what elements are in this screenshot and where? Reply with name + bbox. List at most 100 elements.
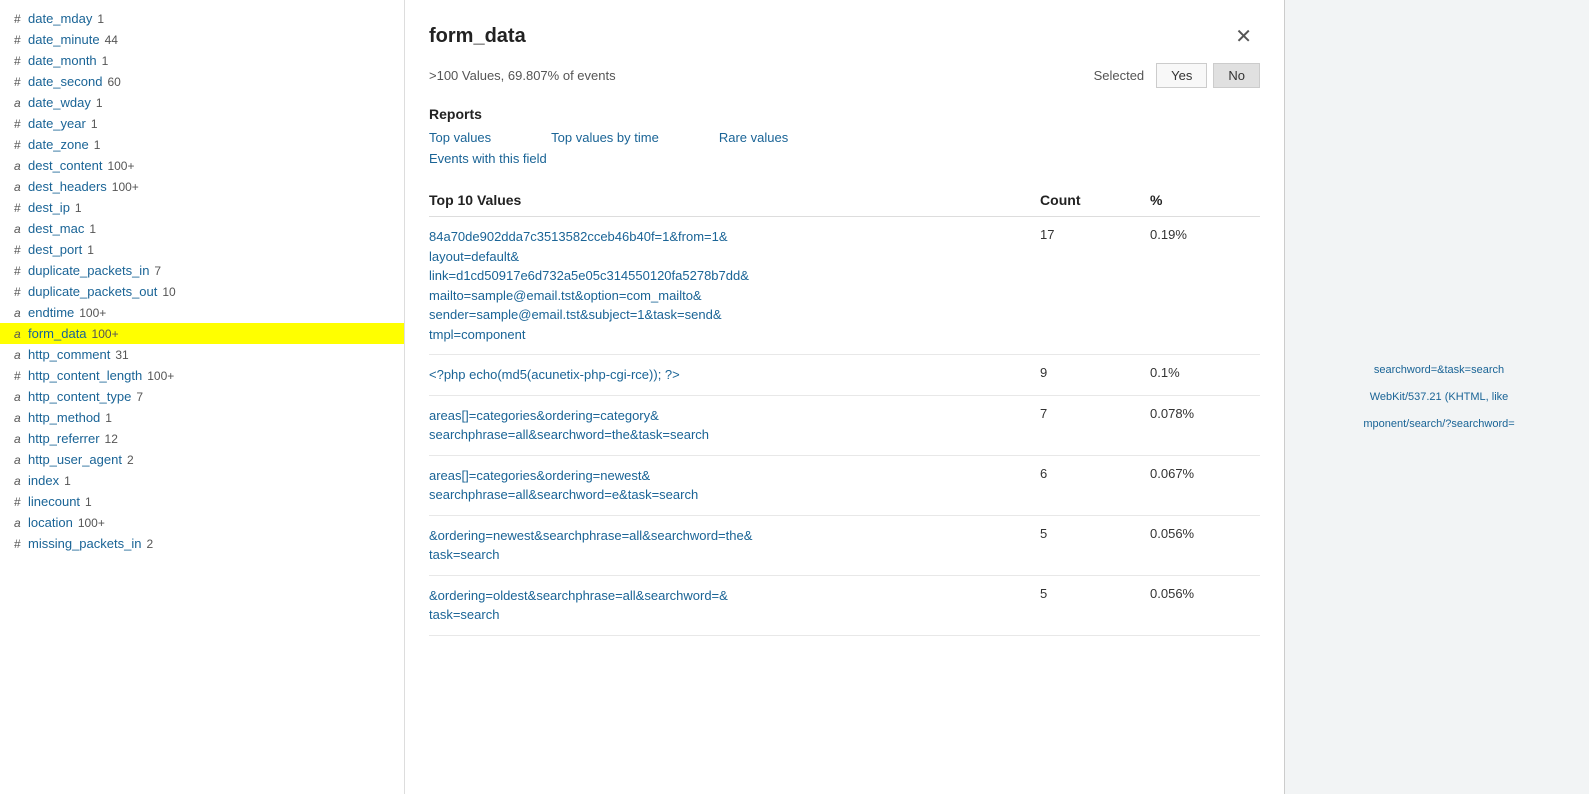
sidebar-item-endtime[interactable]: aendtime100+ [0,302,404,323]
table-cell-value-0[interactable]: 84a70de902dda7c3513582cceb46b40f=1&from=… [429,217,1040,355]
table-cell-value-5[interactable]: &ordering=oldest&searchphrase=all&search… [429,575,1040,635]
sidebar-item-date_minute[interactable]: #date_minute44 [0,29,404,50]
field-name-dest_mac: dest_mac [28,221,84,236]
hash-icon: # [14,33,24,47]
alpha-icon: a [14,306,24,320]
field-count-dest_content: 100+ [107,159,134,173]
field-name-date_second: date_second [28,74,102,89]
table-cell-value-2[interactable]: areas[]=categories&ordering=category&sea… [429,395,1040,455]
field-name-date_wday: date_wday [28,95,91,110]
sidebar-item-index[interactable]: aindex1 [0,470,404,491]
alpha-icon: a [14,159,24,173]
sidebar-item-linecount[interactable]: # linecount 1 [0,491,404,512]
field-name-form_data: form_data [28,326,87,341]
panel-header: form_data ✕ [429,20,1260,53]
sidebar-item-missing_packets_in[interactable]: #missing_packets_in2 [0,533,404,554]
field-count-http_comment: 31 [115,348,128,362]
table-cell-count-4: 5 [1040,515,1150,575]
field-count-dest_headers: 100+ [112,180,139,194]
sidebar-item-location[interactable]: alocation100+ [0,512,404,533]
sidebar-item-date_mday[interactable]: # date_mday 1 [0,8,404,29]
field-count-http_content_length: 100+ [147,369,174,383]
col-header-count: Count [1040,184,1150,217]
field-name-http_comment: http_comment [28,347,110,362]
selected-group: Selected Yes No [1094,63,1260,88]
table-cell-count-2: 7 [1040,395,1150,455]
hash-icon: # [14,285,24,299]
table-cell-value-1[interactable]: <?php echo(md5(acunetix-php-cgi-rce)); ?… [429,355,1040,396]
sidebar-item-http_user_agent[interactable]: ahttp_user_agent2 [0,449,404,470]
sidebar-item-http_comment[interactable]: ahttp_comment31 [0,344,404,365]
table-cell-pct-3: 0.067% [1150,455,1260,515]
hash-icon: # [14,12,24,26]
hash-icon: # [14,264,24,278]
sidebar-item-date_year[interactable]: #date_year1 [0,113,404,134]
sidebar-item-duplicate_packets_out[interactable]: #duplicate_packets_out10 [0,281,404,302]
field-name-missing_packets_in: missing_packets_in [28,536,141,551]
sidebar-item-dest_headers[interactable]: adest_headers100+ [0,176,404,197]
field-count-date_zone: 1 [94,138,101,152]
table-cell-value-3[interactable]: areas[]=categories&ordering=newest&searc… [429,455,1040,515]
sidebar-item-duplicate_packets_in[interactable]: # duplicate_packets_in 7 [0,260,404,281]
alpha-icon: a [14,432,24,446]
sidebar-item-dest_mac[interactable]: adest_mac1 [0,218,404,239]
alpha-icon: a [14,516,24,530]
field-name-duplicate_packets_in: duplicate_packets_in [28,263,149,278]
field-count-date_minute: 44 [105,33,118,47]
sidebar-item-form_data[interactable]: aform_data100+ [0,323,404,344]
field-name-http_user_agent: http_user_agent [28,452,122,467]
field-count-linecount: 1 [85,495,92,509]
sidebar-item-http_content_type[interactable]: ahttp_content_type7 [0,386,404,407]
field-name-date_year: date_year [28,116,86,131]
table-cell-value-4[interactable]: &ordering=newest&searchphrase=all&search… [429,515,1040,575]
field-count-duplicate_packets_in: 7 [154,264,161,278]
field-name-linecount: linecount [28,494,80,509]
table-row: areas[]=categories&ordering=newest&searc… [429,455,1260,515]
table-cell-pct-4: 0.056% [1150,515,1260,575]
sidebar-item-date_second[interactable]: #date_second60 [0,71,404,92]
rare-values-link[interactable]: Rare values [719,130,788,145]
table-cell-pct-2: 0.078% [1150,395,1260,455]
sidebar-item-http_referrer[interactable]: a http_referrer 12 [0,428,404,449]
field-count-date_mday: 1 [97,12,104,26]
field-count-index: 1 [64,474,71,488]
alpha-icon: a [14,96,24,110]
table-cell-count-0: 17 [1040,217,1150,355]
field-count-missing_packets_in: 2 [146,537,153,551]
top-values-by-time-link[interactable]: Top values by time [551,130,659,145]
field-count-dest_port: 1 [87,243,94,257]
table-row: &ordering=newest&searchphrase=all&search… [429,515,1260,575]
table-header-row: Top 10 Values Count % [429,184,1260,217]
panel-subtitle-text: >100 Values, 69.807% of events [429,68,616,83]
no-button[interactable]: No [1213,63,1260,88]
field-name-date_mday: date_mday [28,11,92,26]
sidebar-item-date_wday[interactable]: adate_wday1 [0,92,404,113]
sidebar-item-http_method[interactable]: ahttp_method1 [0,407,404,428]
sidebar-item-dest_content[interactable]: a dest_content 100+ [0,155,404,176]
table-row: 84a70de902dda7c3513582cceb46b40f=1&from=… [429,217,1260,355]
field-name-http_referrer: http_referrer [28,431,100,446]
field-name-date_zone: date_zone [28,137,89,152]
sidebar-item-dest_ip[interactable]: #dest_ip1 [0,197,404,218]
field-count-date_second: 60 [107,75,120,89]
field-name-http_content_length: http_content_length [28,368,142,383]
sidebar-item-date_zone[interactable]: #date_zone1 [0,134,404,155]
field-name-dest_content: dest_content [28,158,102,173]
events-with-field-link[interactable]: Events with this field [429,151,1260,166]
top-values-link[interactable]: Top values [429,130,491,145]
right-text-2: WebKit/537.21 (KHTML, like [1370,391,1509,403]
table-row: &ordering=oldest&searchphrase=all&search… [429,575,1260,635]
field-name-date_month: date_month [28,53,97,68]
sidebar-item-http_content_length[interactable]: #http_content_length100+ [0,365,404,386]
yes-button[interactable]: Yes [1156,63,1207,88]
hash-icon: # [14,495,24,509]
field-count-http_referrer: 12 [105,432,118,446]
close-button[interactable]: ✕ [1227,20,1260,53]
field-count-date_month: 1 [102,54,109,68]
table-cell-count-5: 5 [1040,575,1150,635]
field-count-form_data: 100+ [92,327,119,341]
sidebar-item-dest_port[interactable]: #dest_port1 [0,239,404,260]
reports-heading: Reports [429,106,1260,122]
sidebar-item-date_month[interactable]: #date_month1 [0,50,404,71]
panel-subtitle-row: >100 Values, 69.807% of events Selected … [429,63,1260,88]
